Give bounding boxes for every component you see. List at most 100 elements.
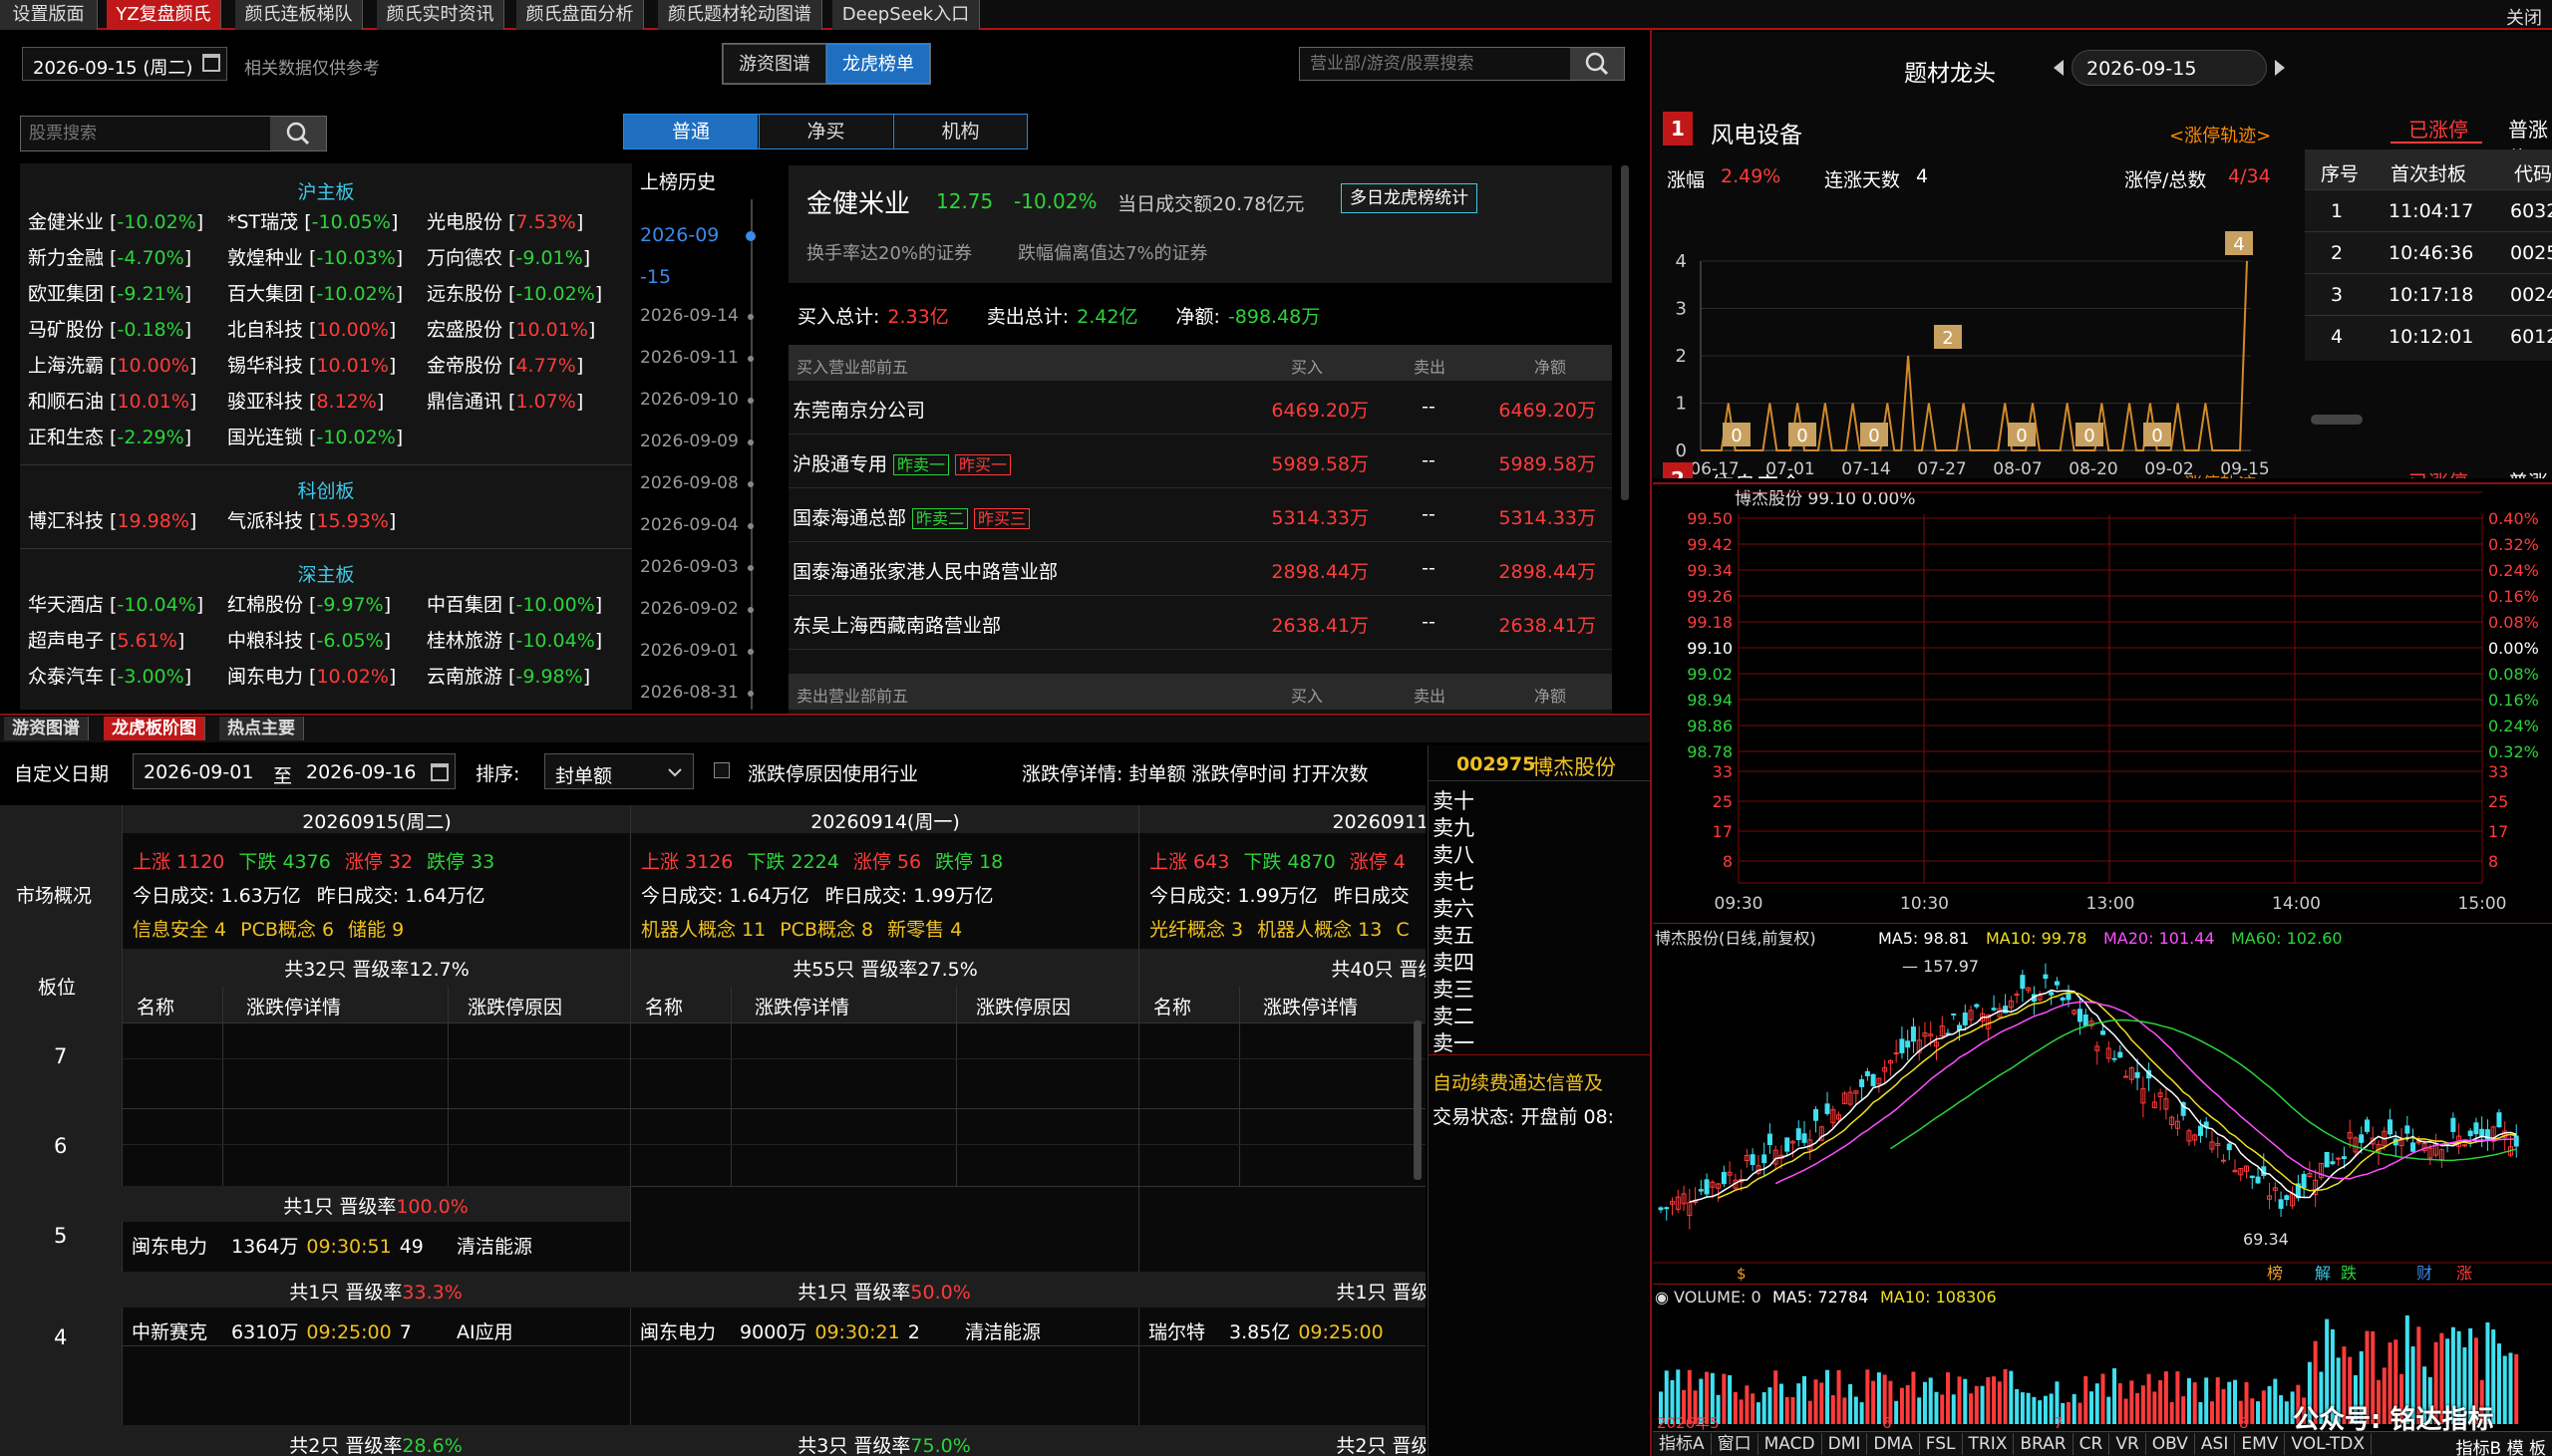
theme-name-2[interactable]: 信息安全: [1711, 466, 1802, 478]
lhb-stock-item[interactable]: 超声电子 [5.61%]: [28, 626, 184, 653]
ladder-stock-row[interactable]: 瑞尔特 3.85亿 09:25:00: [1148, 1317, 1384, 1344]
lhb-stock-item[interactable]: 远东股份 [-10.02%]: [427, 279, 602, 306]
event-marker[interactable]: 解: [2315, 1264, 2331, 1283]
history-date-item[interactable]: 2026-09-01: [640, 641, 739, 661]
tab-theme-rotation[interactable]: 颜氏题材轮动图谱: [658, 0, 822, 30]
lhb-stock-item[interactable]: 气派科技 [15.93%]: [227, 506, 396, 533]
indicator-tab[interactable]: CR: [2074, 1433, 2110, 1455]
lhb-stock-item[interactable]: 骏亚科技 [8.12%]: [227, 387, 384, 414]
indicator-tab[interactable]: TRIX: [1963, 1433, 2015, 1455]
history-date-item[interactable]: 2026-09-08: [640, 473, 739, 493]
indicator-tab[interactable]: BRAR: [2014, 1433, 2074, 1455]
sort-select[interactable]: 封单额: [544, 753, 694, 789]
tab-layout-settings[interactable]: 设置版面: [0, 0, 98, 30]
buy-table-row[interactable]: 东莞南京分公司 6469.20万 -- 6469.20万: [789, 381, 1612, 435]
indicator-tab[interactable]: OBV: [2146, 1433, 2195, 1455]
ladder-stock-row[interactable]: 中新赛克 6310万 09:25:00 7: [132, 1317, 412, 1344]
bottom-tab-hot[interactable]: 热点主要: [219, 717, 304, 740]
tab-realtime-news[interactable]: 颜氏实时资讯: [377, 0, 504, 30]
tab-normal-limit-2[interactable]: 普涨停: [2508, 466, 2552, 478]
stock-search-input[interactable]: [21, 117, 270, 150]
history-date-item[interactable]: 2026-09-04: [640, 515, 739, 535]
dragon-table-row[interactable]: 410:12:016012: [2305, 315, 2552, 357]
lhb-scrollbar[interactable]: [1621, 165, 1629, 500]
tab-limit-up-2[interactable]: 已涨停: [2408, 466, 2468, 478]
indicator-tab[interactable]: DMI: [1822, 1433, 1868, 1455]
buy-table-row[interactable]: 沪股通专用 昨卖一 昨买一 5989.58万 -- 5989.58万: [789, 435, 1612, 488]
lhb-stock-item[interactable]: 鼎信通讯 [1.07%]: [427, 387, 583, 414]
dragon-table-row[interactable]: 111:04:176032: [2305, 189, 2552, 231]
history-date-item[interactable]: 2026-09-09: [640, 432, 739, 451]
theme-name-1[interactable]: 风电设备: [1711, 116, 1802, 149]
lhb-stock-item[interactable]: 华天酒店 [-10.04%]: [28, 590, 203, 617]
ladder-stock-row[interactable]: 闽东电力 1364万 09:30:51 49: [132, 1232, 424, 1259]
theme-track-link-1[interactable]: <涨停轨迹>: [2169, 122, 2271, 147]
mode-youzi-map[interactable]: 游资图谱: [723, 44, 826, 84]
lhb-stock-item[interactable]: 敦煌种业 [-10.03%]: [227, 243, 403, 270]
type-tab-institution[interactable]: 机构: [893, 115, 1027, 148]
event-marker[interactable]: 榜: [2267, 1264, 2283, 1283]
type-tab-normal[interactable]: 普通: [624, 115, 758, 148]
buy-table-row[interactable]: 国泰海通总部 昨卖二 昨买三 5314.33万 -- 5314.33万: [789, 488, 1612, 542]
lhb-stock-item[interactable]: 正和生态 [-2.29%]: [28, 423, 191, 449]
history-date-item[interactable]: 2026-09-14: [640, 306, 739, 326]
lhb-stock-item[interactable]: 博汇科技 [19.98%]: [28, 506, 196, 533]
event-marker[interactable]: 涨: [2456, 1264, 2472, 1283]
tab-deepseek[interactable]: DeepSeek入口: [832, 0, 980, 30]
dept-search-button[interactable]: [1570, 48, 1624, 80]
mode-lhb-list[interactable]: 龙虎榜单: [826, 44, 930, 84]
date-picker[interactable]: 2026-09-15 (周二): [22, 47, 227, 81]
lhb-stock-item[interactable]: 云南旅游 [-9.98%]: [427, 662, 590, 689]
calendar-icon[interactable]: [431, 763, 449, 781]
dragon-table-row[interactable]: 210:46:360025: [2305, 231, 2552, 273]
bottom-tab-lhb-ladder[interactable]: 龙虎板阶图: [104, 717, 205, 740]
lhb-stock-item[interactable]: 宏盛股份 [10.01%]: [427, 315, 595, 342]
date-range-picker[interactable]: 2026-09-01 至 2026-09-16: [133, 753, 456, 789]
history-date-item[interactable]: 2026-09-10: [640, 390, 739, 410]
history-date-item[interactable]: 2026-08-31: [640, 683, 739, 703]
lhb-stock-item[interactable]: 红棉股份 [-9.97%]: [227, 590, 391, 617]
history-date-item[interactable]: 2026-09-11: [640, 348, 739, 368]
indicator-tab[interactable]: 指标A: [1653, 1433, 1712, 1455]
lhb-stock-item[interactable]: 百大集团 [-10.02%]: [227, 279, 403, 306]
lhb-stock-item[interactable]: 国光连锁 [-10.02%]: [227, 423, 403, 449]
indicator-tab[interactable]: 窗口: [1712, 1433, 1758, 1455]
dept-search-input[interactable]: [1300, 48, 1569, 80]
lhb-stock-item[interactable]: 众泰汽车 [-3.00%]: [28, 662, 191, 689]
lhb-stock-item[interactable]: 马矿股份 [-0.18%]: [28, 315, 191, 342]
tab-limit-up[interactable]: 已涨停: [2408, 114, 2468, 143]
event-marker[interactable]: 财: [2416, 1264, 2432, 1283]
indicator-tab[interactable]: MACD: [1758, 1433, 1822, 1455]
lhb-stock-item[interactable]: 和顺石油 [10.01%]: [28, 387, 196, 414]
lhb-stock-item[interactable]: 新力金融 [-4.70%]: [28, 243, 191, 270]
close-button[interactable]: 关闭: [2506, 4, 2542, 30]
stock-search-button[interactable]: [270, 117, 326, 150]
lhb-stock-item[interactable]: 桂林旅游 [-10.04%]: [427, 626, 602, 653]
next-date-icon[interactable]: [2273, 60, 2285, 76]
lhb-stock-item[interactable]: 欧亚集团 [-9.21%]: [28, 279, 191, 306]
tab-market-analysis[interactable]: 颜氏盘面分析: [516, 0, 644, 30]
buy-table-row[interactable]: 东吴上海西藏南路营业部 2638.41万 -- 2638.41万: [789, 596, 1612, 650]
indicator-tab[interactable]: ASI: [2195, 1433, 2236, 1455]
dragon-table-row[interactable]: 310:17:180024: [2305, 273, 2552, 315]
ladder-stock-row[interactable]: 闽东电力 9000万 09:30:21 2: [640, 1317, 920, 1344]
indicator-tab[interactable]: FSL: [1920, 1433, 1963, 1455]
indicator-tab[interactable]: EMV: [2235, 1433, 2286, 1455]
tab-yz-review[interactable]: YZ复盘颜氏: [107, 0, 221, 30]
lhb-stock-item[interactable]: 万向德农 [-9.01%]: [427, 243, 590, 270]
lhb-stock-item[interactable]: 金帝股份 [4.77%]: [427, 351, 583, 378]
lhb-stock-item[interactable]: *ST瑞茂 [-10.05%]: [227, 207, 398, 234]
lhb-stock-item[interactable]: 锡华科技 [10.01%]: [227, 351, 396, 378]
history-date-item[interactable]: 2026-09-03: [640, 557, 739, 577]
indicator-b[interactable]: 指标B 模 板: [2456, 1434, 2546, 1456]
bottom-tab-youzi[interactable]: 游资图谱: [4, 717, 89, 740]
history-date-item[interactable]: 2026-09-02: [640, 599, 739, 619]
theme-track-link-2[interactable]: <涨停轨迹>: [2169, 470, 2271, 478]
event-marker[interactable]: 跌: [2341, 1264, 2357, 1283]
type-tab-net-buy[interactable]: 净买: [759, 115, 892, 148]
lhb-stock-item[interactable]: 光电股份 [7.53%]: [427, 207, 583, 234]
indicator-tab[interactable]: VR: [2109, 1433, 2146, 1455]
prev-date-icon[interactable]: [2054, 60, 2066, 76]
calendar-icon[interactable]: [202, 54, 220, 72]
buy-table-row[interactable]: 国泰海通张家港人民中路营业部 2898.44万 -- 2898.44万: [789, 542, 1612, 596]
